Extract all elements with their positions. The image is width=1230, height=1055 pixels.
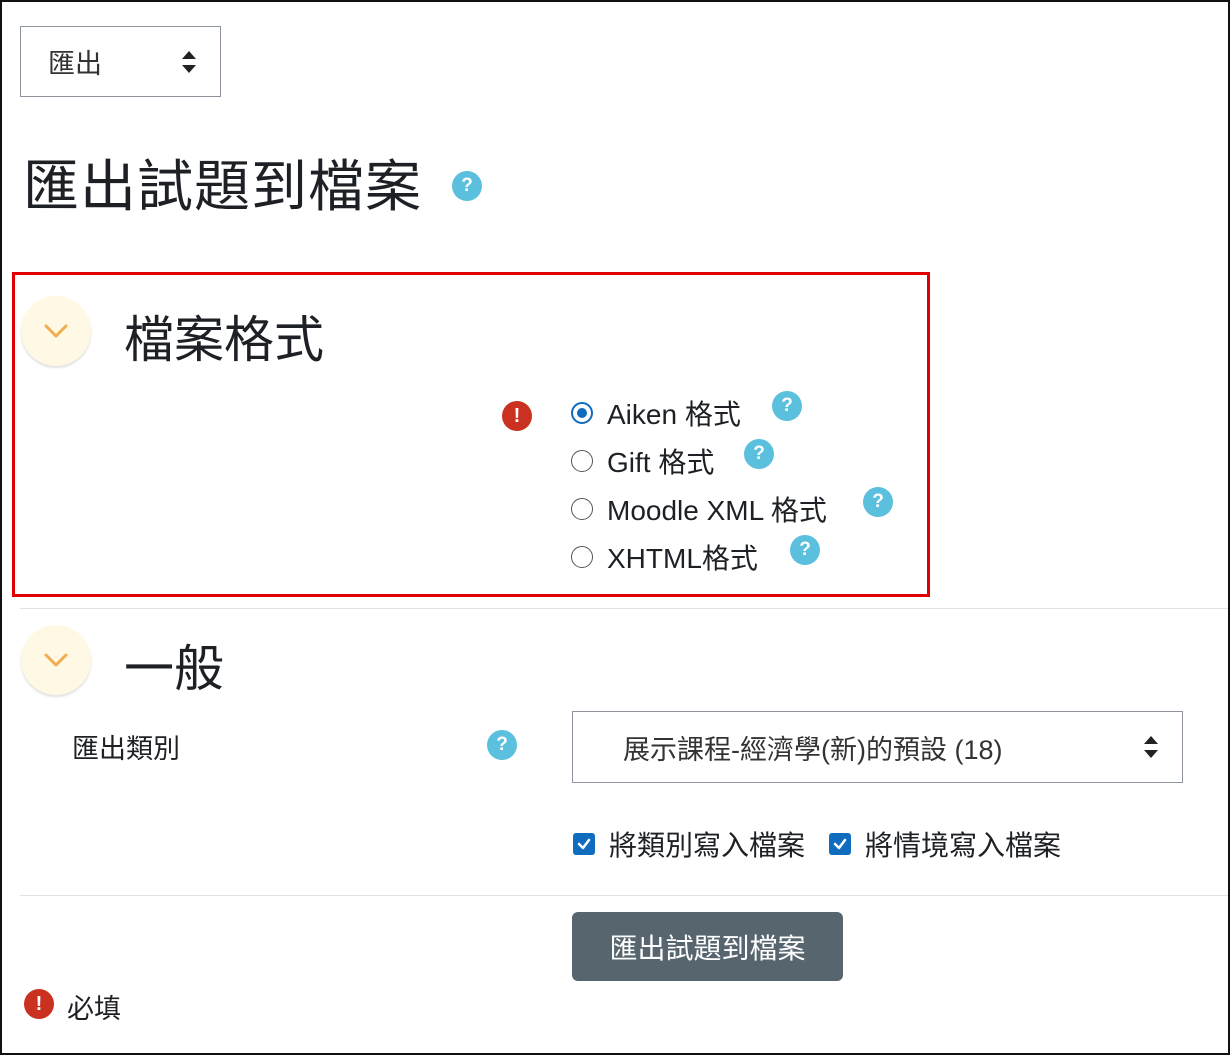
section-general-toggle[interactable] (21, 625, 91, 695)
help-icon-gift[interactable]: ? (744, 439, 774, 469)
section-divider (20, 608, 1228, 609)
required-legend-label: 必填 (67, 994, 121, 1024)
help-glyph: ? (753, 443, 765, 464)
chevron-down-icon (44, 653, 68, 667)
export-submit-button[interactable]: 匯出試題到檔案 (572, 912, 843, 981)
radio-label-gift: Gift 格式 (607, 447, 715, 478)
radio-button-gift[interactable] (571, 450, 593, 472)
help-glyph: ? (496, 734, 508, 755)
checkbox-context-label: 將情境寫入檔案 (865, 830, 1062, 861)
required-legend-icon: ! (24, 989, 54, 1019)
radio-option-moodle-xml[interactable]: Moodle XML 格式 (571, 489, 827, 529)
help-glyph: ? (461, 175, 473, 196)
section-format-title: 檔案格式 (124, 312, 324, 368)
select-arrows-icon (1144, 736, 1158, 758)
category-label: 匯出類別 (72, 734, 180, 764)
action-select[interactable]: 匯出 (20, 26, 221, 97)
radio-button-aiken[interactable] (571, 402, 593, 424)
required-glyph: ! (513, 404, 521, 427)
select-arrows-icon (182, 50, 196, 73)
required-glyph: ! (35, 992, 43, 1015)
page-title: 匯出試題到檔案 (23, 155, 422, 218)
section-general-title: 一般 (124, 641, 224, 697)
help-glyph: ? (799, 539, 811, 560)
help-icon-category[interactable]: ? (487, 730, 517, 760)
page-help-icon[interactable]: ? (452, 171, 482, 201)
checkbox-category-row[interactable]: 將類別寫入檔案 (573, 824, 805, 864)
help-icon-moodle-xml[interactable]: ? (863, 487, 893, 517)
radio-label-xhtml: XHTML格式 (607, 543, 758, 574)
checkbox-category[interactable] (573, 833, 595, 855)
checkmark-icon (577, 838, 591, 850)
required-icon: ! (502, 401, 532, 431)
radio-label-moodle-xml: Moodle XML 格式 (607, 495, 827, 526)
help-icon-xhtml[interactable]: ? (790, 535, 820, 565)
radio-option-xhtml[interactable]: XHTML格式 (571, 537, 758, 577)
form-divider (20, 895, 1228, 896)
help-icon-aiken[interactable]: ? (772, 391, 802, 421)
checkbox-context[interactable] (829, 833, 851, 855)
radio-option-gift[interactable]: Gift 格式 (571, 441, 714, 481)
checkbox-context-row[interactable]: 將情境寫入檔案 (829, 824, 1061, 864)
category-select[interactable]: 展示課程-經濟學(新)的預設 (18) (572, 711, 1183, 783)
checkbox-category-label: 將類別寫入檔案 (609, 830, 806, 861)
help-glyph: ? (872, 491, 884, 512)
category-select-value: 展示課程-經濟學(新)的預設 (18) (623, 734, 1003, 765)
chevron-down-icon (44, 324, 68, 338)
checkmark-icon (833, 838, 847, 850)
radio-button-moodle-xml[interactable] (571, 498, 593, 520)
radio-button-xhtml[interactable] (571, 546, 593, 568)
help-glyph: ? (781, 395, 793, 416)
action-select-value: 匯出 (48, 49, 102, 79)
radio-label-aiken: Aiken 格式 (607, 399, 741, 430)
radio-option-aiken[interactable]: Aiken 格式 (571, 393, 741, 433)
section-format-toggle[interactable] (21, 296, 91, 366)
